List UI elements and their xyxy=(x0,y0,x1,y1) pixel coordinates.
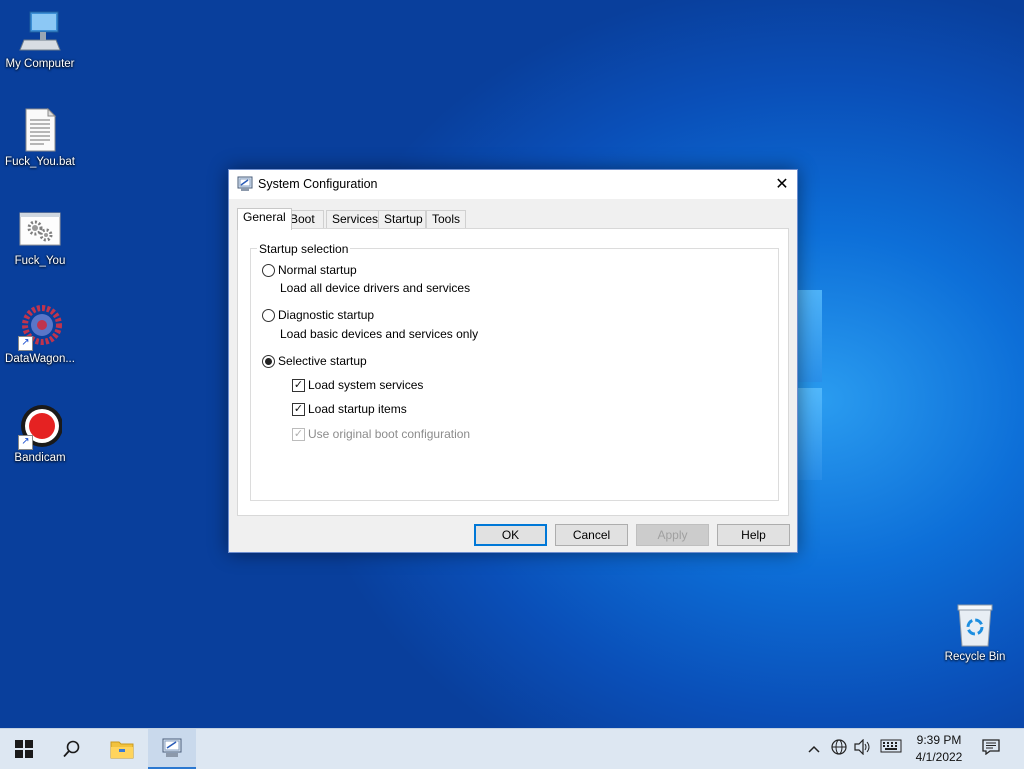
desktop-icon-label: Recycle Bin xyxy=(944,651,1006,663)
use-original-boot-config-label: Use original boot configuration xyxy=(308,427,471,441)
desktop-icon-datawagon[interactable]: ↗ DataWagon... xyxy=(0,305,80,365)
desktop-icon-label: Fuck_You.bat xyxy=(5,156,75,168)
batch-file-icon xyxy=(18,107,62,152)
search-button[interactable] xyxy=(48,729,96,769)
desktop-icon-label: My Computer xyxy=(5,58,75,70)
general-tab-panel: Startup selection Normal startup Load al… xyxy=(237,228,789,516)
shortcut-arrow-icon: ↗ xyxy=(18,336,33,351)
volume-icon[interactable] xyxy=(852,738,874,759)
search-icon xyxy=(63,740,80,758)
file-explorer-button[interactable] xyxy=(98,729,146,769)
clock-time: 9:39 PM xyxy=(916,733,962,747)
windows-logo-wallpaper-lower xyxy=(798,388,822,480)
desktop-icon-recycle-bin[interactable]: Recycle Bin xyxy=(935,603,1015,663)
diagnostic-startup-label[interactable]: Diagnostic startup xyxy=(278,308,374,322)
desktop-icon-batch-file[interactable]: Fuck_You.bat xyxy=(0,107,80,168)
diagnostic-startup-radio[interactable] xyxy=(262,309,275,322)
chevron-up-icon[interactable] xyxy=(806,739,822,759)
desktop-icon-settings-file[interactable]: Fuck_You xyxy=(0,207,80,267)
taskbar-system-configuration[interactable] xyxy=(148,729,196,769)
desktop-icon-bandicam[interactable]: ↗ Bandicam xyxy=(0,404,80,464)
windows-start-icon xyxy=(15,740,33,758)
start-button[interactable] xyxy=(0,729,48,769)
diagnostic-startup-description: Load basic devices and services only xyxy=(280,327,479,341)
load-startup-items-label[interactable]: Load startup items xyxy=(308,402,407,416)
bandicam-icon: ↗ xyxy=(18,404,63,450)
radio-selected-dot xyxy=(265,358,272,365)
use-original-boot-config-checkbox: ✓ xyxy=(292,428,305,441)
desktop-icon-my-computer[interactable]: My Computer xyxy=(0,10,80,70)
clock-date: 4/1/2022 xyxy=(915,750,963,764)
settings-file-icon xyxy=(18,207,62,251)
ok-button[interactable]: OK xyxy=(474,524,547,546)
taskbar: 9:39 PM 4/1/2022 xyxy=(0,728,1024,769)
windows-logo-wallpaper xyxy=(798,290,822,382)
normal-startup-description: Load all device drivers and services xyxy=(280,281,471,295)
desktop-icon-label: DataWagon... xyxy=(5,353,75,365)
gear-shortcut-icon: ↗ xyxy=(18,305,62,351)
apply-button: Apply xyxy=(636,524,709,546)
computer-icon xyxy=(18,10,62,54)
recycle-bin-icon xyxy=(953,603,997,647)
normal-startup-radio[interactable] xyxy=(262,264,275,277)
close-button[interactable]: ✕ xyxy=(767,170,797,199)
normal-startup-label[interactable]: Normal startup xyxy=(278,263,357,277)
load-system-services-label[interactable]: Load system services xyxy=(308,378,423,392)
help-button[interactable]: Help xyxy=(717,524,790,546)
msconfig-icon xyxy=(237,176,253,192)
tab-tools[interactable]: Tools xyxy=(426,210,466,229)
tab-general[interactable]: General xyxy=(237,208,292,230)
folder-icon xyxy=(110,741,134,759)
notification-icon[interactable] xyxy=(980,739,1002,759)
system-configuration-dialog: System Configuration ✕ General Boot Serv… xyxy=(228,169,798,553)
taskbar-clock[interactable]: 9:39 PM 4/1/2022 xyxy=(908,732,970,766)
shortcut-arrow-icon: ↗ xyxy=(18,435,33,450)
desktop-icon-label: Fuck_You xyxy=(14,255,66,267)
desktop-icon-label: Bandicam xyxy=(14,452,66,464)
cancel-button[interactable]: Cancel xyxy=(555,524,628,546)
tab-startup[interactable]: Startup xyxy=(378,210,426,229)
dialog-title: System Configuration xyxy=(258,177,378,191)
keyboard-icon[interactable] xyxy=(878,739,904,759)
dialog-titlebar[interactable]: System Configuration ✕ xyxy=(229,170,797,199)
selective-startup-label[interactable]: Selective startup xyxy=(278,354,367,368)
group-label: Startup selection xyxy=(257,242,351,256)
load-system-services-checkbox[interactable]: ✓ xyxy=(292,379,305,392)
tab-services[interactable]: Services xyxy=(326,210,380,229)
msconfig-icon xyxy=(162,738,182,757)
network-icon[interactable] xyxy=(829,739,849,759)
load-startup-items-checkbox[interactable]: ✓ xyxy=(292,403,305,416)
selective-startup-radio[interactable] xyxy=(262,355,275,368)
